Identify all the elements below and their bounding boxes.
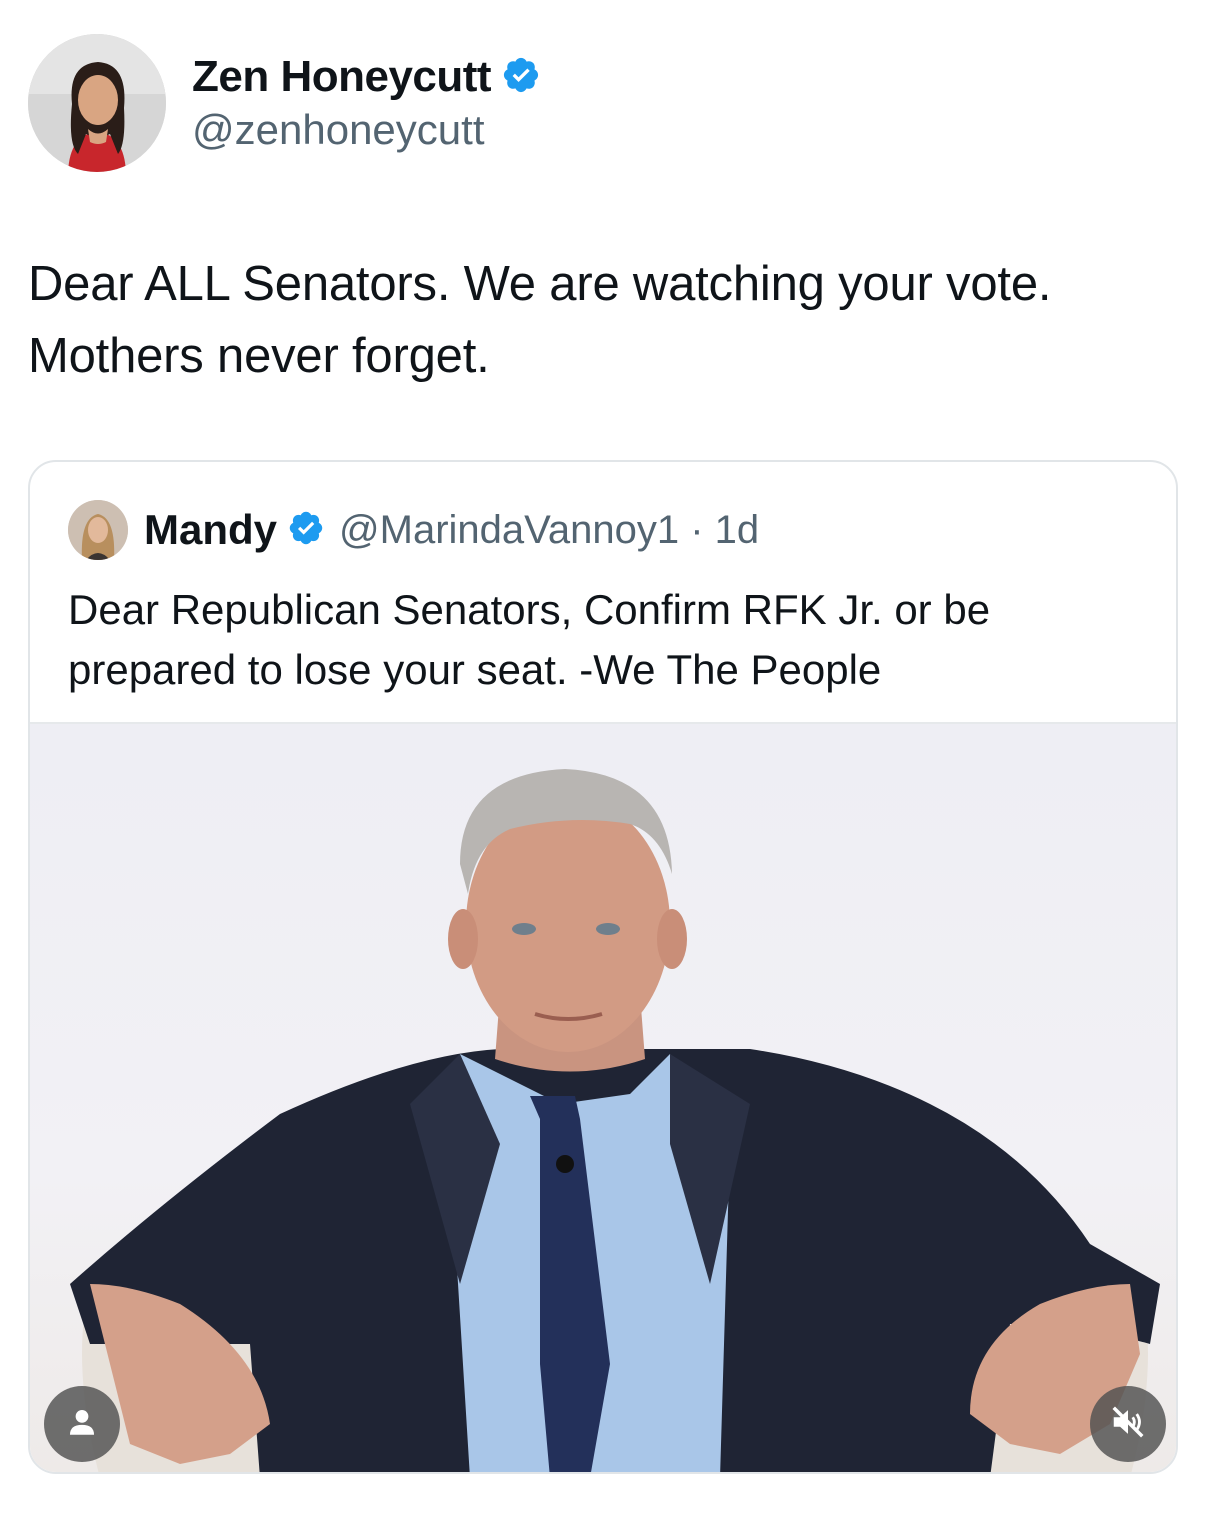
tweet-text: Dear ALL Senators. We are watching your … <box>28 248 1178 392</box>
verified-badge-icon <box>287 509 325 552</box>
quoted-author-avatar[interactable] <box>68 500 128 560</box>
quoted-tweet-header: Mandy @MarindaVannoy1 · 1d <box>68 500 759 560</box>
author-name[interactable]: Zen Honeycutt <box>192 52 492 102</box>
quoted-tweet-line: Dear Republican Senators, Confirm RFK Jr… <box>68 586 991 633</box>
author-header: Zen Honeycutt @zenhoneycutt <box>28 34 541 172</box>
author-handle[interactable]: @zenhoneycutt <box>192 106 541 154</box>
tweet-screenshot: Zen Honeycutt @zenhoneycutt Dear ALL Sen… <box>0 0 1206 1523</box>
quoted-tweet-photo[interactable] <box>30 722 1176 1472</box>
verified-badge-icon <box>501 55 541 100</box>
photo-man-in-chair <box>70 769 1160 1472</box>
author-avatar[interactable] <box>28 34 166 172</box>
mute-toggle-button[interactable] <box>1090 1386 1166 1462</box>
quoted-tweet-card[interactable]: Mandy @MarindaVannoy1 · 1d Dear Republic… <box>28 460 1178 1474</box>
muted-speaker-icon <box>1109 1403 1147 1446</box>
quoted-author-name[interactable]: Mandy <box>144 506 277 554</box>
quoted-tweet-text: Dear Republican Senators, Confirm RFK Jr… <box>68 580 1148 700</box>
quoted-author-handle-time: @MarindaVannoy1 · 1d <box>339 507 760 552</box>
tags-button[interactable] <box>44 1386 120 1462</box>
tweet-line: Mothers never forget. <box>28 329 490 383</box>
tweet-line: Dear ALL Senators. We are watching your … <box>28 257 1052 311</box>
quoted-tweet-line: prepared to lose your seat. -We The Peop… <box>68 646 882 693</box>
person-tag-icon <box>65 1405 99 1444</box>
